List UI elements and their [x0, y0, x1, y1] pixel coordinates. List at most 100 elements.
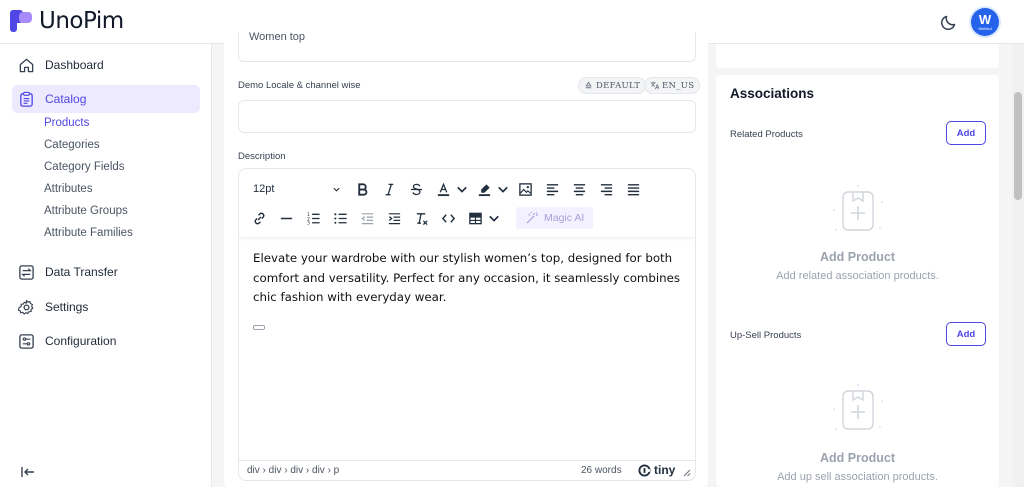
tiny-logo-icon — [638, 463, 651, 477]
clear-formatting-button[interactable] — [409, 206, 433, 230]
sidebar-subitem-attribute-families[interactable]: Attribute Families — [44, 227, 133, 239]
text-color-button[interactable] — [431, 177, 455, 201]
link-icon — [254, 212, 264, 224]
numbered-list-button[interactable]: 123 — [301, 206, 325, 230]
justify-button[interactable] — [621, 177, 645, 201]
sidebar-item-label: Configuration — [45, 334, 117, 348]
associations-card: Associations Related Products Add Add Pr… — [716, 75, 999, 487]
sidebar-item-catalog[interactable]: Catalog — [12, 85, 200, 113]
sidebar-subitem-attribute-groups[interactable]: Attribute Groups — [44, 205, 128, 217]
sidebar-item-label: Dashboard — [45, 58, 104, 72]
sidebar-item-label: Catalog — [45, 92, 87, 106]
resize-handle-icon[interactable] — [683, 469, 691, 477]
locale-badge: EN_US — [644, 77, 701, 94]
add-product-placeholder-icon — [833, 384, 883, 430]
related-empty-title: Add Product — [820, 250, 895, 264]
strikethrough-button[interactable] — [404, 177, 428, 201]
magic-ai-label: Magic AI — [544, 212, 585, 224]
indent-icon — [388, 212, 400, 224]
align-center-button[interactable] — [567, 177, 591, 201]
source-code-button[interactable] — [436, 206, 460, 230]
bold-icon — [357, 182, 367, 196]
logo[interactable]: UnoPim — [10, 8, 124, 34]
font-size-select[interactable]: 12pt — [247, 178, 347, 200]
moon-icon[interactable] — [939, 12, 959, 32]
italic-button[interactable] — [377, 177, 401, 201]
sidebar-subitem-category-fields[interactable]: Category Fields — [44, 161, 125, 173]
upsell-empty-title: Add Product — [820, 451, 895, 465]
code-icon — [441, 213, 455, 223]
table-dropdown[interactable] — [487, 206, 501, 230]
sidebar-item-configuration[interactable]: Configuration — [12, 327, 200, 355]
toolbar-row-2: 123 Magic AI — [247, 206, 594, 230]
image-button[interactable] — [513, 177, 537, 201]
gear-icon — [18, 299, 34, 315]
word-count[interactable]: 26 words — [581, 465, 622, 476]
add-related-product-button[interactable]: Add — [946, 121, 986, 145]
demo-locale-input[interactable] — [238, 100, 696, 133]
outdent-button[interactable] — [355, 206, 379, 230]
table-icon — [468, 212, 482, 224]
description-label: Description — [238, 151, 286, 162]
highlighter-icon — [478, 183, 490, 196]
element-path[interactable]: div › div › div › div › p — [247, 465, 339, 476]
empty-paragraph-marker — [253, 325, 265, 330]
avatar-subtitle: Webkul — [978, 25, 992, 31]
sidebar-item-label: Settings — [45, 300, 89, 314]
text-color-icon — [437, 182, 449, 196]
editor-content[interactable]: Elevate your wardrobe with our stylish w… — [253, 249, 683, 308]
highlight-button[interactable] — [472, 177, 496, 201]
font-size-value: 12pt — [253, 183, 275, 195]
italic-icon — [385, 183, 393, 195]
bullet-list-icon — [333, 212, 347, 224]
sidebar-item-dashboard[interactable]: Dashboard — [12, 51, 200, 79]
horizontal-rule-button[interactable] — [274, 206, 298, 230]
align-right-button[interactable] — [594, 177, 618, 201]
chevron-down-icon — [489, 215, 499, 222]
sidebar-item-label: Data Transfer — [45, 265, 118, 279]
magic-ai-button[interactable]: Magic AI — [516, 207, 594, 229]
channel-badge: DEFAULT — [578, 77, 647, 94]
channel-badge-text: DEFAULT — [596, 80, 641, 91]
name-field-value: Women top — [249, 32, 306, 43]
sliders-icon — [19, 333, 34, 349]
associations-title: Associations — [730, 86, 815, 101]
sidebar-item-settings[interactable]: Settings — [12, 293, 200, 321]
page-scrollbar[interactable] — [1012, 44, 1024, 487]
outdent-icon — [360, 212, 373, 224]
sidebar-item-data-transfer[interactable]: Data Transfer — [12, 258, 200, 286]
collapse-sidebar-icon[interactable] — [20, 464, 36, 480]
indent-button[interactable] — [382, 206, 406, 230]
scrollbar-thumb[interactable] — [1014, 92, 1022, 200]
sidebar-subitem-attributes[interactable]: Attributes — [44, 183, 93, 195]
upsell-products-label: Up-Sell Products — [730, 330, 802, 341]
highlight-dropdown[interactable] — [496, 177, 510, 201]
align-left-icon — [546, 183, 558, 195]
numbered-list-icon: 123 — [306, 212, 320, 226]
align-justify-icon — [627, 183, 639, 195]
related-products-label: Related Products — [730, 129, 803, 140]
add-upsell-product-button[interactable]: Add — [946, 322, 986, 346]
sidebar-subitem-products[interactable]: Products — [44, 117, 89, 129]
strikethrough-icon — [410, 183, 422, 195]
align-left-button[interactable] — [540, 177, 564, 201]
description-editor[interactable]: 12pt 123 Magic AI Elevate your wardrobe … — [238, 168, 696, 481]
link-button[interactable] — [247, 206, 271, 230]
tiny-brand[interactable]: tiny — [638, 463, 675, 477]
name-field[interactable]: Women top — [238, 32, 696, 62]
upsell-empty-subtitle: Add up sell association products. — [777, 471, 938, 483]
bold-button[interactable] — [350, 177, 374, 201]
editor-statusbar: div › div › div › div › p 26 words tiny — [239, 460, 695, 480]
table-button[interactable] — [463, 206, 487, 230]
bullet-list-button[interactable] — [328, 206, 352, 230]
user-avatar[interactable]: W Webkul — [971, 8, 999, 36]
sidebar-subitem-categories[interactable]: Categories — [44, 139, 100, 151]
editor-toolbar: 12pt 123 Magic AI — [239, 169, 695, 237]
align-right-icon — [600, 183, 612, 195]
app-name: UnoPim — [39, 8, 124, 34]
side-card — [716, 44, 999, 68]
chevron-down-icon — [333, 187, 340, 192]
avatar-initial: W — [978, 11, 992, 27]
recycle-icon — [585, 81, 592, 89]
text-color-dropdown[interactable] — [455, 177, 469, 201]
